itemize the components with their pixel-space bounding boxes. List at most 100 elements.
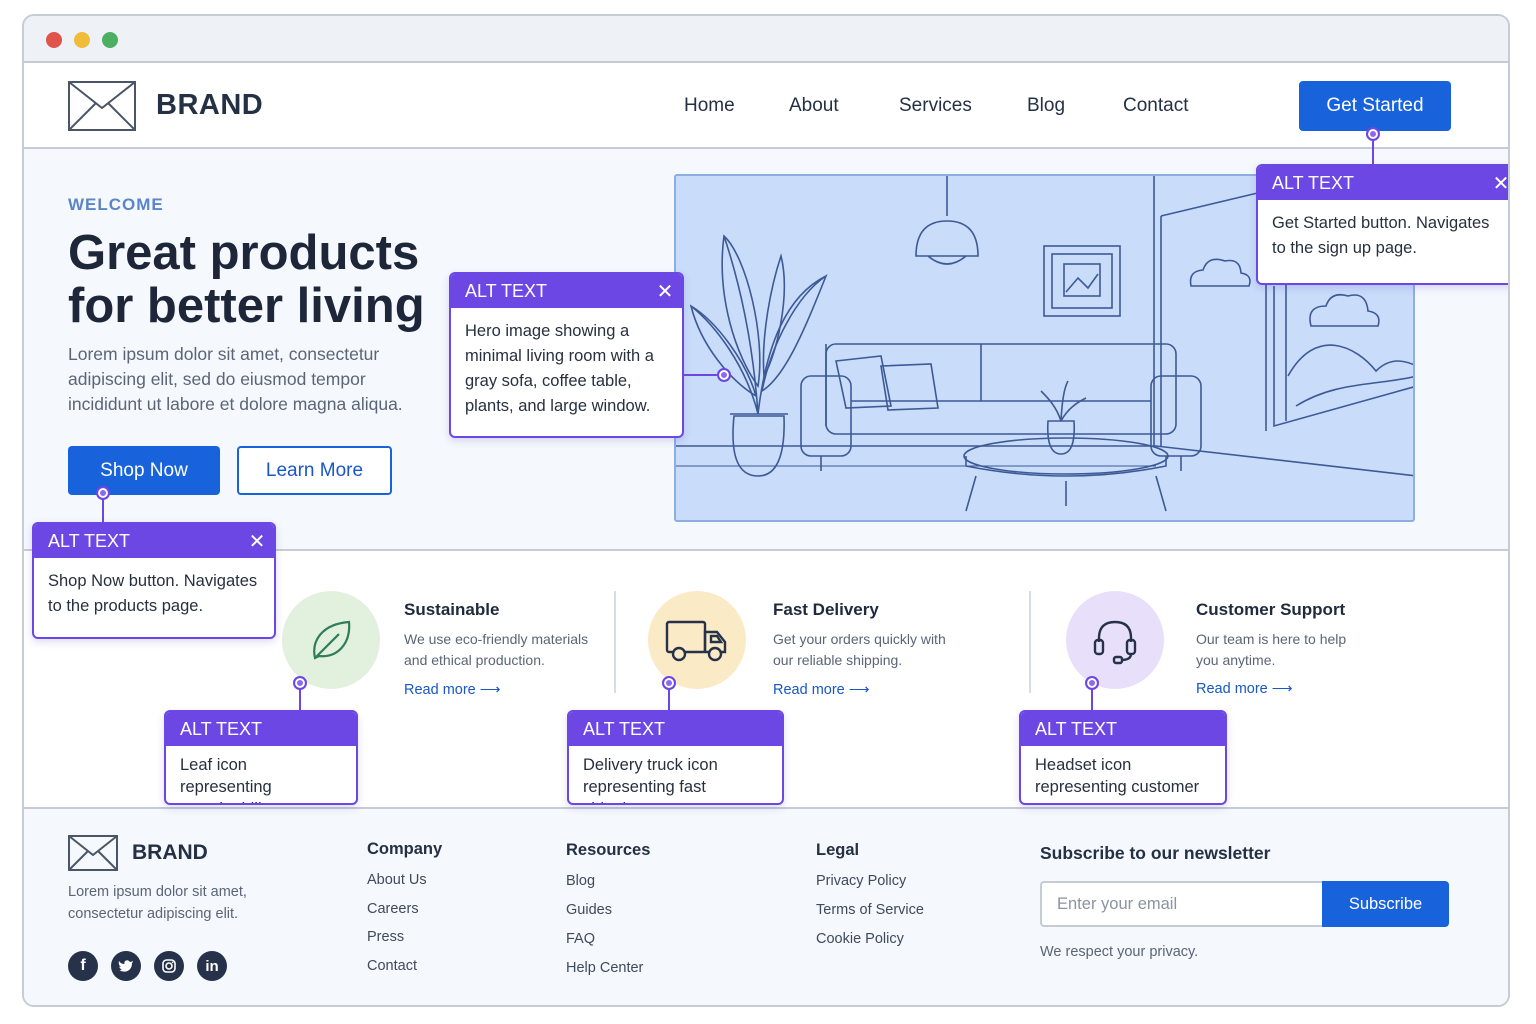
footer-link-privacy[interactable]: Privacy Policy <box>816 873 906 889</box>
leaf-icon-circle <box>282 591 380 689</box>
footer-link-terms[interactable]: Terms of Service <box>816 902 924 918</box>
footer-link-cookie[interactable]: Cookie Policy <box>816 931 904 947</box>
alt-connector <box>102 498 104 524</box>
hero-headline-line1: Great products <box>68 226 420 280</box>
alt-tooltip-heading: ALT TEXT <box>465 280 548 301</box>
learn-more-button[interactable]: Learn More <box>237 446 392 495</box>
alt-tooltip-text: Headset icon representing customer suppo… <box>1035 756 1200 803</box>
footer-about-text: Lorem ipsum dolor sit amet, consectetur … <box>68 884 247 922</box>
nav-blog[interactable]: Blog <box>1027 95 1065 117</box>
alt-tooltip-heading: ALT TEXT <box>1272 172 1355 193</box>
footer-link-about-us[interactable]: About Us <box>367 872 427 888</box>
nav-contact[interactable]: Contact <box>1123 95 1188 117</box>
close-icon[interactable]: ✕ <box>1484 166 1508 200</box>
headset-icon <box>1093 620 1137 665</box>
alt-tooltip-text: Leaf icon representing sustainability. <box>180 756 278 803</box>
nav-services[interactable]: Services <box>899 95 972 117</box>
arrow-right-icon: ⟶ <box>848 682 870 698</box>
newsletter-title: Subscribe to our newsletter <box>1040 843 1271 863</box>
alt-tooltip-hero-image: ALT TEXT ✕ Hero image showing a minimal … <box>449 272 684 438</box>
browser-window: BRAND Home About Services Blog Contact G… <box>22 14 1510 1007</box>
site-footer: BRAND Lorem ipsum dolor sit amet, consec… <box>24 809 1508 1005</box>
alt-pin-hero-image <box>717 368 731 382</box>
footer-link-help-center[interactable]: Help Center <box>566 960 643 976</box>
read-more-label: Read more <box>773 682 845 698</box>
alt-tooltip-header: ALT TEXT ✕ <box>451 274 682 308</box>
close-icon[interactable]: ✕ <box>240 524 274 558</box>
brand-logo-icon[interactable] <box>68 835 118 871</box>
hero-eyebrow: WELCOME <box>68 195 164 214</box>
alt-tooltip-heading: ALT TEXT <box>1035 718 1118 739</box>
footer-brand-name: BRAND <box>132 841 208 864</box>
footer-link-faq[interactable]: FAQ <box>566 931 595 947</box>
newsletter-privacy-note: We respect your privacy. <box>1040 944 1199 960</box>
footer-link-guides[interactable]: Guides <box>566 902 612 918</box>
alt-tooltip-heading: ALT TEXT <box>583 718 666 739</box>
instagram-icon[interactable] <box>154 951 184 981</box>
read-more-label: Read more <box>404 682 476 698</box>
alt-tooltip-shop-now: ALT TEXT ✕ Shop Now button. Navigates to… <box>32 522 276 639</box>
alt-tooltip-header: ALT TEXT ✕ <box>34 524 274 558</box>
alt-tooltip-truck: ALT TEXT Delivery truck icon representin… <box>567 710 784 805</box>
alt-connector <box>1372 139 1374 166</box>
alt-tooltip-text: Hero image showing a minimal living room… <box>465 322 654 415</box>
hero-headline-line2: for better living <box>68 279 425 333</box>
footer-link-contact[interactable]: Contact <box>367 958 417 974</box>
headset-icon-circle <box>1066 591 1164 689</box>
hero-headline: Great products for better living <box>68 227 468 333</box>
footer-link-careers[interactable]: Careers <box>367 901 419 917</box>
feature-title-sustainable: Sustainable <box>404 600 500 619</box>
footer-col-legal-title: Legal <box>816 841 860 859</box>
footer-col-resources-title: Resources <box>566 841 651 859</box>
close-icon[interactable]: ✕ <box>648 274 682 308</box>
hero-description: Lorem ipsum dolor sit amet, consectetur … <box>68 344 403 414</box>
newsletter-email-input[interactable] <box>1040 881 1322 927</box>
maximize-window-dot[interactable] <box>102 32 118 48</box>
brand-name[interactable]: BRAND <box>156 89 263 122</box>
close-window-dot[interactable] <box>46 32 62 48</box>
feature-text-delivery: Get your orders quickly with our reliabl… <box>773 631 946 668</box>
window-titlebar <box>24 16 1508 63</box>
alt-connector <box>299 688 301 712</box>
alt-tooltip-header: ALT TEXT <box>1021 712 1225 746</box>
alt-connector <box>1091 688 1093 712</box>
site-header: BRAND Home About Services Blog Contact G… <box>24 63 1508 149</box>
truck-icon <box>665 620 727 662</box>
get-started-button[interactable]: Get Started <box>1299 81 1451 131</box>
alt-tooltip-heading: ALT TEXT <box>180 718 263 739</box>
nav-about[interactable]: About <box>789 95 839 117</box>
read-more-support-link[interactable]: Read more ⟶ <box>1196 681 1293 697</box>
feature-divider <box>614 591 616 693</box>
alt-connector <box>668 688 670 712</box>
truck-icon-circle <box>648 591 746 689</box>
subscribe-button[interactable]: Subscribe <box>1322 881 1449 927</box>
feature-title-delivery: Fast Delivery <box>773 600 879 619</box>
twitter-icon[interactable] <box>111 951 141 981</box>
feature-text-sustainable: We use eco-friendly materials and ethica… <box>404 631 589 668</box>
alt-tooltip-header: ALT TEXT <box>569 712 782 746</box>
read-more-sustainable-link[interactable]: Read more ⟶ <box>404 682 501 698</box>
footer-link-blog[interactable]: Blog <box>566 873 595 889</box>
alt-tooltip-header: ALT TEXT ✕ <box>1258 166 1508 200</box>
arrow-right-icon: ⟶ <box>1271 681 1293 697</box>
arrow-right-icon: ⟶ <box>479 682 501 698</box>
alt-tooltip-header: ALT TEXT <box>166 712 356 746</box>
alt-tooltip-headset: ALT TEXT Headset icon representing custo… <box>1019 710 1227 805</box>
feature-text-support: Our team is here to help you anytime. <box>1196 631 1347 668</box>
linkedin-icon[interactable]: in <box>197 951 227 981</box>
alt-tooltip-get-started: ALT TEXT ✕ Get Started button. Navigates… <box>1256 164 1508 285</box>
facebook-icon[interactable]: f <box>68 951 98 981</box>
footer-link-press[interactable]: Press <box>367 929 404 945</box>
nav-home[interactable]: Home <box>684 95 735 117</box>
read-more-delivery-link[interactable]: Read more ⟶ <box>773 682 870 698</box>
shop-now-button[interactable]: Shop Now <box>68 446 220 495</box>
brand-logo-icon[interactable] <box>68 81 136 131</box>
feature-title-support: Customer Support <box>1196 600 1346 619</box>
footer-col-company-title: Company <box>367 840 443 858</box>
alt-tooltip-leaf: ALT TEXT Leaf icon representing sustaina… <box>164 710 358 805</box>
alt-tooltip-text: Shop Now button. Navigates to the produc… <box>48 572 258 615</box>
minimize-window-dot[interactable] <box>74 32 90 48</box>
read-more-label: Read more <box>1196 681 1268 697</box>
alt-tooltip-text: Get Started button. Navigates to the sig… <box>1272 214 1490 257</box>
feature-divider <box>1029 591 1031 693</box>
